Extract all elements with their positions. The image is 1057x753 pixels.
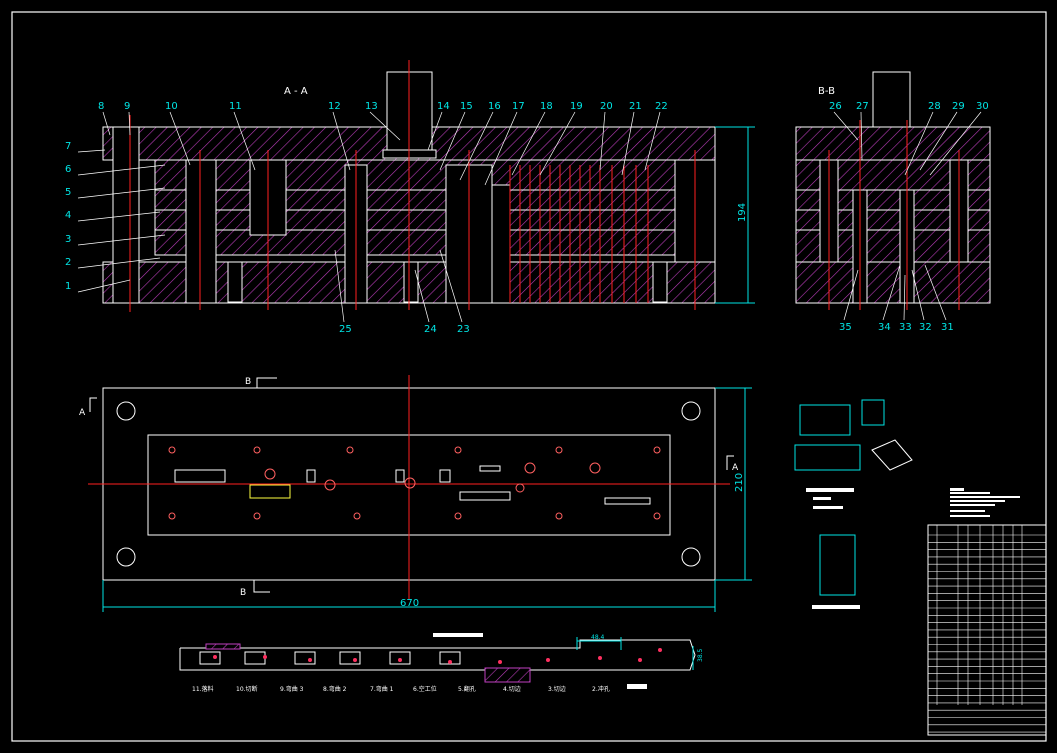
callout-34: 34 (878, 322, 891, 333)
strip-width-dimension: 38.5 (697, 648, 704, 662)
callout-15: 15 (460, 101, 473, 112)
pitch-dimension: 48.4 (591, 634, 605, 641)
callout-2: 2 (65, 257, 71, 268)
callout-18: 18 (540, 101, 553, 112)
callout-10: 10 (165, 101, 178, 112)
callout-29: 29 (952, 101, 965, 112)
callout-24: 24 (424, 324, 437, 335)
station-label: 10.切断 (236, 685, 258, 693)
callout-28: 28 (928, 101, 941, 112)
plan-view: 670 210 A A B B (79, 375, 752, 612)
callout-33: 33 (899, 322, 912, 333)
station-label: 7.弯曲 1 (370, 685, 394, 693)
width-dimension: 670 (400, 598, 419, 609)
callout-22: 22 (655, 101, 668, 112)
callout-19: 19 (570, 101, 583, 112)
callout-16: 16 (488, 101, 501, 112)
callout-21: 21 (629, 101, 642, 112)
strip-layout: 48.4 38.5 11.落料 10.切断 9.弯曲 3 8.弯曲 2 7.弯曲 1 6.… (179, 633, 704, 693)
callout-17: 17 (512, 101, 525, 112)
section-a-view: 194 A - A 12345678 9 10 11 12 13 14 15 16 17 18 19 2… (65, 60, 755, 335)
station-label: 4.切边 (503, 685, 521, 693)
callout-27: 27 (856, 101, 869, 112)
callout-26: 26 (829, 101, 842, 112)
section-b-marker-top: B (245, 377, 251, 387)
section-a-title: A - A (284, 86, 308, 97)
station-label: 6.空工位 (413, 685, 437, 693)
callout-8: 8 (98, 101, 104, 112)
cad-drawing-canvas: 194 A - A 1 2 3 4 5 6 7 8 9 10 11 12 13 14 15 16 17 18 19 2… (0, 0, 1057, 753)
callout-23: 23 (457, 324, 470, 335)
callout-13: 13 (365, 101, 378, 112)
callout-11: 11 (229, 101, 242, 112)
part-detail-views (794, 399, 913, 609)
callout-32: 32 (919, 322, 932, 333)
drawing-sheet: 194 A - A 12345678 9 10 11 12 13 14 15 16 17 18 19 2… (11, 11, 1047, 742)
callout-7: 7 (65, 141, 71, 152)
callout-3: 3 (65, 234, 71, 245)
callout-35: 35 (839, 322, 852, 333)
callout-leader (77, 149, 106, 153)
callout-25: 25 (339, 324, 352, 335)
callout-20: 20 (600, 101, 613, 112)
height-dimension: 194 (737, 203, 748, 222)
station-label: 11.落料 (192, 685, 214, 693)
section-b-marker-bottom: B (240, 588, 246, 598)
station-label: 8.弯曲 2 (323, 685, 347, 693)
station-label: 5.翻孔 (458, 685, 476, 693)
section-a-marker-right: A (732, 463, 739, 473)
section-b-view: B-B 26 27 28 29 30 31 32 33 34 35 (795, 71, 991, 333)
section-b-title: B-B (818, 86, 835, 97)
station-label: 3.切边 (548, 685, 566, 693)
callout-5: 5 (65, 187, 71, 198)
callout-4: 4 (65, 210, 71, 221)
plan-height-dimension: 210 (734, 473, 745, 492)
callout-30: 30 (976, 101, 989, 112)
callout-1: 1 (65, 281, 71, 292)
callout-14: 14 (437, 101, 450, 112)
section-a-marker-left: A (79, 408, 86, 418)
station-label: 9.弯曲 3 (280, 685, 304, 693)
callout-31: 31 (941, 322, 954, 333)
bill-of-materials-table (927, 488, 1047, 736)
station-label: 2.冲孔 (592, 685, 610, 693)
callout-6: 6 (65, 164, 71, 175)
callout-12: 12 (328, 101, 341, 112)
callout-9: 9 (124, 101, 130, 112)
